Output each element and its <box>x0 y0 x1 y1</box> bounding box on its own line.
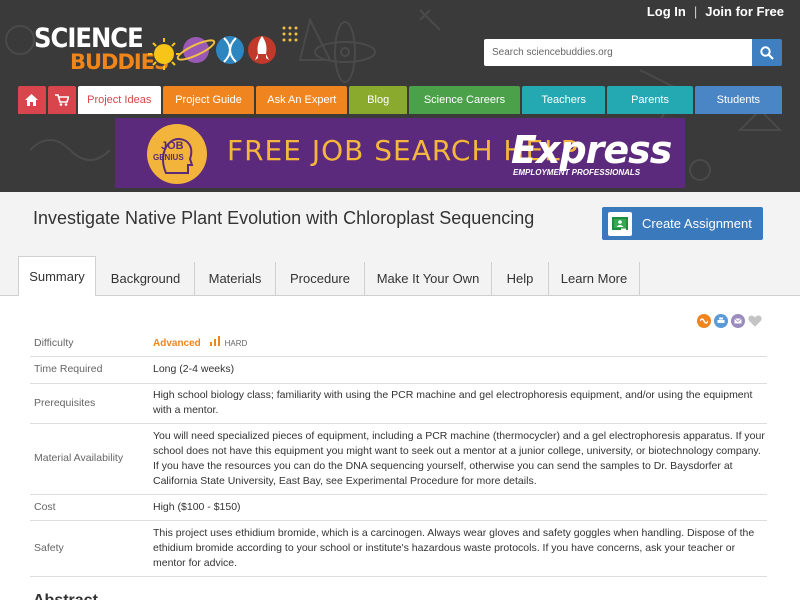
dots-decoration <box>282 26 298 42</box>
create-assignment-label: Create Assignment <box>642 216 752 231</box>
rocket-icon <box>248 36 276 64</box>
advertisement-banner[interactable]: JOB GENIUS FREE JOB SEARCH HELP Express … <box>115 118 685 188</box>
time-value: Long (2-4 weeks) <box>153 356 767 384</box>
favorite-heart-icon[interactable] <box>748 314 762 328</box>
detail-row-cost: Cost High ($100 - $150) <box>30 494 767 521</box>
page-title: Investigate Native Plant Evolution with … <box>33 208 535 228</box>
nav-project-guide[interactable]: Project Guide <box>162 86 255 114</box>
nav-parents[interactable]: Parents <box>607 86 693 114</box>
link-separator: | <box>693 4 698 19</box>
banner-brand-subtitle: EMPLOYMENT PROFESSIONALS <box>513 168 641 177</box>
main-nav: Project Ideas Project Guide Ask An Exper… <box>18 86 782 114</box>
nav-project-ideas[interactable]: Project Ideas <box>77 86 161 114</box>
prerequisites-value: High school biology class; familiarity w… <box>153 383 767 424</box>
dna-icon <box>216 36 244 64</box>
sun-icon <box>148 38 180 70</box>
detail-row-difficulty: Difficulty Advanced HARD <box>30 331 767 357</box>
tab-learn-more[interactable]: Learn More <box>549 262 640 295</box>
tab-background[interactable]: Background <box>97 262 195 295</box>
detail-row-safety: Safety This project uses ethidium bromid… <box>30 520 767 577</box>
google-classroom-icon <box>608 211 632 236</box>
print-icon[interactable] <box>714 314 728 328</box>
difficulty-label: Difficulty <box>30 331 153 357</box>
search-input[interactable] <box>484 39 752 66</box>
share-tools <box>697 314 762 328</box>
difficulty-bars-icon <box>209 335 220 346</box>
nav-home[interactable] <box>18 86 46 114</box>
planet-icon <box>176 37 216 63</box>
project-tabs: Summary Background Materials Procedure M… <box>0 256 800 296</box>
badge-line-2: GENIUS <box>153 153 184 162</box>
difficulty-level: HARD <box>224 338 248 348</box>
cart-icon <box>54 94 69 106</box>
badge-line-1: JOB <box>161 140 184 152</box>
logo-icons <box>148 26 298 70</box>
tab-help[interactable]: Help <box>492 262 549 295</box>
site-search <box>484 39 782 66</box>
detail-row-material-availability: Material Availability You will need spec… <box>30 423 767 495</box>
nav-cart[interactable] <box>47 86 76 114</box>
safety-value: This project uses ethidium bromide, whic… <box>153 520 767 577</box>
cost-label: Cost <box>30 494 153 521</box>
search-icon <box>760 45 774 60</box>
login-link[interactable]: Log In <box>647 4 686 19</box>
banner-brand: Express <box>511 128 672 172</box>
cost-value: High ($100 - $150) <box>153 494 767 521</box>
science-buddies-logo[interactable]: SCIENCE BUDDIES <box>32 22 302 78</box>
home-icon <box>25 94 39 106</box>
tab-procedure[interactable]: Procedure <box>276 262 365 295</box>
abstract-heading: Abstract <box>33 592 98 600</box>
search-button[interactable] <box>752 39 782 66</box>
material-availability-label: Material Availability <box>30 423 153 495</box>
prerequisites-label: Prerequisites <box>30 383 153 424</box>
nav-science-careers[interactable]: Science Careers <box>408 86 521 114</box>
material-availability-value: You will need specialized pieces of equi… <box>153 423 767 495</box>
share-icon[interactable] <box>697 314 711 328</box>
email-icon[interactable] <box>731 314 745 328</box>
join-link[interactable]: Join for Free <box>705 4 784 19</box>
nav-teachers[interactable]: Teachers <box>522 86 606 114</box>
difficulty-value: Advanced <box>153 337 201 349</box>
nav-ask-an-expert[interactable]: Ask An Expert <box>256 86 348 114</box>
project-details-table: Difficulty Advanced HARD Time Required L… <box>30 331 767 577</box>
detail-row-time: Time Required Long (2-4 weeks) <box>30 356 767 384</box>
nav-blog[interactable]: Blog <box>349 86 407 114</box>
tab-summary[interactable]: Summary <box>18 256 96 296</box>
difficulty-value-cell: Advanced HARD <box>153 331 767 357</box>
create-assignment-button[interactable]: Create Assignment <box>602 207 763 240</box>
nav-students[interactable]: Students <box>694 86 782 114</box>
detail-row-prerequisites: Prerequisites High school biology class;… <box>30 383 767 424</box>
tab-materials[interactable]: Materials <box>195 262 276 295</box>
safety-label: Safety <box>30 520 153 577</box>
time-label: Time Required <box>30 356 153 384</box>
account-links: Log In | Join for Free <box>647 4 784 19</box>
job-genius-text: JOB GENIUS <box>153 140 184 164</box>
tab-make-it-your-own[interactable]: Make It Your Own <box>365 262 492 295</box>
